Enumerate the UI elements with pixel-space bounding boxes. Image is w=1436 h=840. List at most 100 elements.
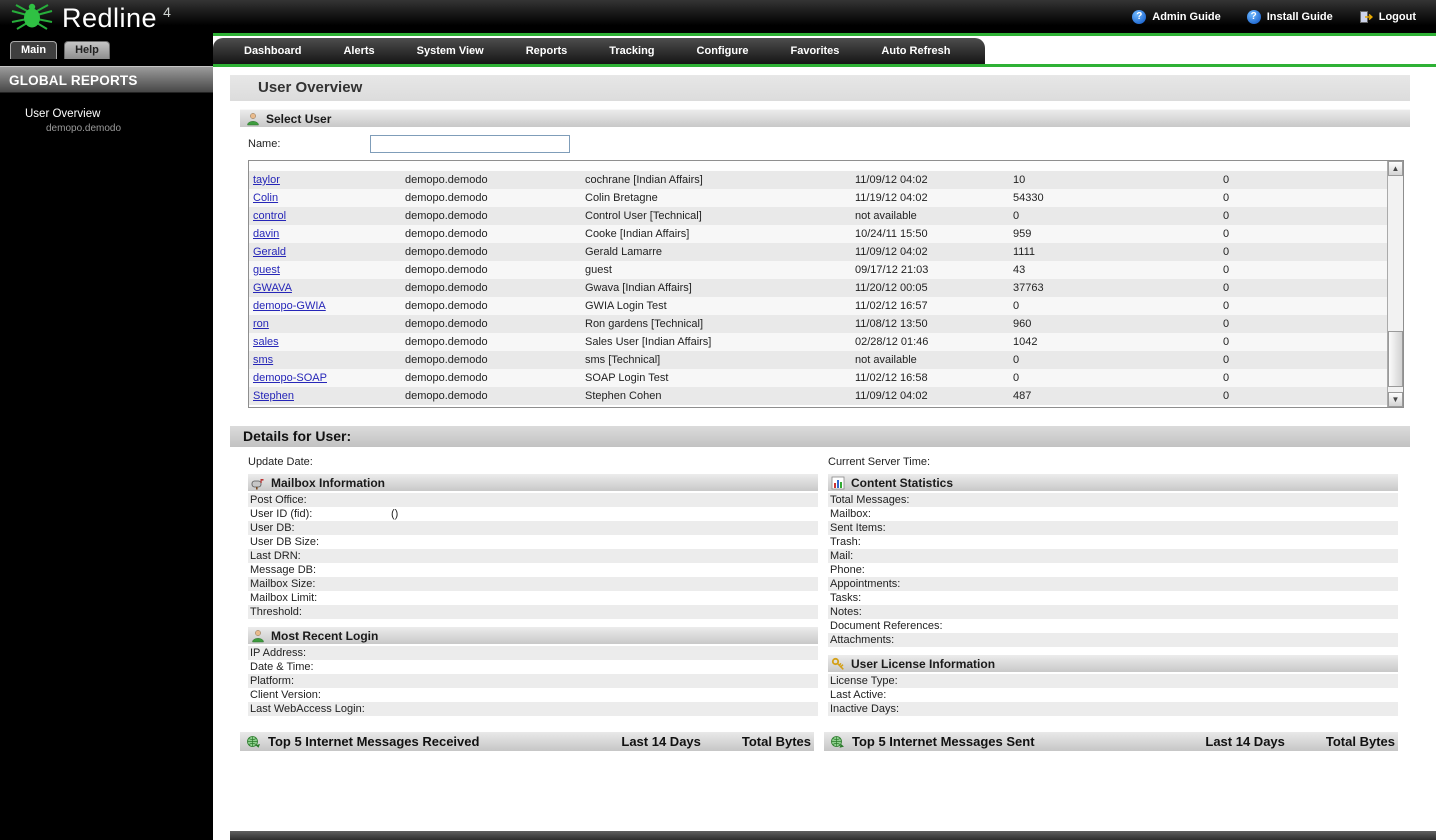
field-row: Sent Items: <box>828 521 1398 535</box>
user-domain-cell: demopo.demodo <box>405 210 488 222</box>
content-statistics-title: Content Statistics <box>851 475 954 490</box>
top5-sent-col3: Total Bytes <box>1325 734 1395 749</box>
tab-help[interactable]: Help <box>64 41 110 59</box>
update-date-label: Update Date: <box>248 456 313 468</box>
details-header: Details for User: <box>230 426 1410 447</box>
nav-item[interactable]: Dashboard <box>223 45 322 57</box>
user-link[interactable]: Colin <box>253 192 278 204</box>
tab-main[interactable]: Main <box>10 41 58 59</box>
top5-received-title: Top 5 Internet Messages Received <box>268 734 480 749</box>
admin-guide-link[interactable]: ? Admin Guide <box>1132 9 1221 24</box>
field-label: Inactive Days: <box>830 703 900 715</box>
user-lastlogin-cell: 11/20/12 00:05 <box>855 282 928 294</box>
user-link[interactable]: sms <box>253 354 273 366</box>
logout-link[interactable]: Logout <box>1359 10 1416 24</box>
scroll-up-button[interactable]: ▲ <box>1388 161 1403 176</box>
nav-item[interactable]: Auto Refresh <box>860 45 971 57</box>
details-left-column: Mailbox Information Post Office: User ID… <box>248 474 818 716</box>
user-link[interactable]: control <box>253 210 286 222</box>
user-link[interactable]: GWAVA <box>253 282 292 294</box>
top5-sent-col2: Last 14 Days <box>1205 734 1285 749</box>
user-fullname-cell: SOAP Login Test <box>585 372 669 384</box>
field-label: Date & Time: <box>250 661 314 673</box>
field-label: Mailbox: <box>830 508 871 520</box>
user-domain-cell: demopo.demodo <box>405 318 488 330</box>
user-count-cell: 43 <box>1013 264 1026 276</box>
field-label: Platform: <box>250 675 295 687</box>
user-license-section: User License Information License Type: L… <box>828 655 1398 716</box>
user-row: davin demopo.demodo Cooke [Indian Affair… <box>249 225 1387 243</box>
user-lastlogin-cell: 10/24/11 15:50 <box>855 228 928 240</box>
field-row: Appointments: <box>828 577 1398 591</box>
user-link[interactable]: sales <box>253 336 279 348</box>
footer-bar <box>230 831 1436 840</box>
user-count-cell: 1042 <box>1013 336 1038 348</box>
field-value: () <box>391 508 399 520</box>
user-fullname-cell: sms [Technical] <box>585 354 661 366</box>
nav-strip: Dashboard Alerts System View Reports Tra… <box>213 36 1436 64</box>
name-filter-row: Name: <box>248 132 1403 156</box>
user-fullname-cell: Gerald Lamarre <box>585 246 663 258</box>
field-row: Notes: <box>828 605 1398 619</box>
user-row: demopo-SOAP demopo.demodo SOAP Login Tes… <box>249 369 1387 387</box>
clipped-row <box>249 161 1387 171</box>
scrollbar-thumb[interactable] <box>1388 331 1403 387</box>
globe-sent-icon <box>830 734 845 749</box>
sidebar-tabs: Main Help <box>0 36 213 59</box>
user-link[interactable]: guest <box>253 264 280 276</box>
field-label: Threshold: <box>250 606 302 618</box>
user-count-cell: 0 <box>1013 372 1020 384</box>
user-link[interactable]: Stephen <box>253 390 294 402</box>
nav-item[interactable]: System View <box>396 45 505 57</box>
field-label: Mailbox Limit: <box>250 592 318 604</box>
most-recent-login-section: Most Recent Login IP Address: Date & Tim… <box>248 627 818 716</box>
user-zero-cell: 0 <box>1223 336 1230 348</box>
user-lastlogin-cell: 09/17/12 21:03 <box>855 264 929 276</box>
user-link[interactable]: demopo-SOAP <box>253 372 327 384</box>
user-row: Gerald demopo.demodo Gerald Lamarre 11/0… <box>249 243 1387 261</box>
user-count-cell: 960 <box>1013 318 1032 330</box>
help-icon: ? <box>1246 9 1261 24</box>
user-link[interactable]: taylor <box>253 174 280 186</box>
user-name-input[interactable] <box>370 135 570 153</box>
field-label: Appointments: <box>830 578 901 590</box>
nav-item[interactable]: Configure <box>676 45 770 57</box>
nav-item[interactable]: Tracking <box>588 45 675 57</box>
user-fullname-cell: Colin Bretagne <box>585 192 658 204</box>
user-count-cell: 0 <box>1013 300 1020 312</box>
user-fullname-cell: Gwava [Indian Affairs] <box>585 282 692 294</box>
user-lastlogin-cell: not available <box>855 210 917 222</box>
user-link[interactable]: demopo-GWIA <box>253 300 326 312</box>
field-label: Total Messages: <box>830 494 910 506</box>
nav-item[interactable]: Favorites <box>769 45 860 57</box>
top-links: ? Admin Guide ? Install Guide Logout <box>1132 0 1416 33</box>
user-link[interactable]: ron <box>253 318 269 330</box>
user-domain-cell: demopo.demodo <box>405 390 488 402</box>
sidebar-item-user-overview[interactable]: User Overview <box>25 108 213 120</box>
field-row: License Type: <box>828 674 1398 688</box>
person-icon <box>246 112 260 126</box>
nav-item[interactable]: Alerts <box>322 45 395 57</box>
logo-version: 4 <box>163 4 171 20</box>
page-body: User Overview Select User Name: taylor d… <box>213 67 1436 840</box>
scroll-down-button[interactable]: ▼ <box>1388 392 1403 407</box>
main-nav: Dashboard Alerts System View Reports Tra… <box>213 38 986 64</box>
most-recent-login-header: Most Recent Login <box>248 627 818 644</box>
user-zero-cell: 0 <box>1223 246 1230 258</box>
field-row: Inactive Days: <box>828 702 1398 716</box>
field-row: Client Version: <box>248 688 818 702</box>
table-scrollbar[interactable]: ▲ ▼ <box>1387 161 1403 407</box>
user-row: guest demopo.demodo guest 09/17/12 21:03… <box>249 261 1387 279</box>
user-domain-cell: demopo.demodo <box>405 228 488 240</box>
user-domain-cell: demopo.demodo <box>405 264 488 276</box>
user-fullname-cell: Cooke [Indian Affairs] <box>585 228 690 240</box>
spider-logo-icon <box>8 2 56 32</box>
user-link[interactable]: davin <box>253 228 279 240</box>
details-right-column: Content Statistics Total Messages: Mailb… <box>828 474 1398 716</box>
nav-item[interactable]: Reports <box>505 45 589 57</box>
user-link[interactable]: Gerald <box>253 246 286 258</box>
install-guide-link[interactable]: ? Install Guide <box>1246 9 1333 24</box>
field-row: Mailbox Limit: <box>248 591 818 605</box>
user-count-cell: 0 <box>1013 210 1020 222</box>
user-license-title: User License Information <box>851 656 996 671</box>
